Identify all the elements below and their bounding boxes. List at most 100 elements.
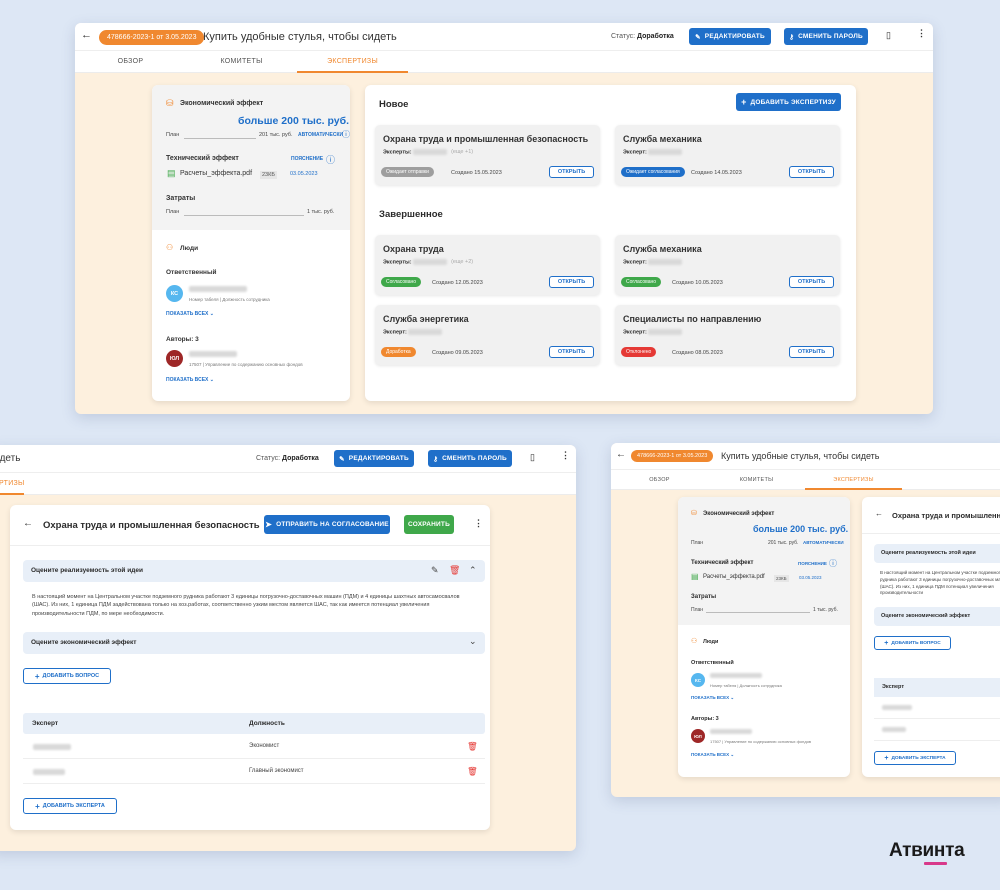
- question-title: Оцените реализуемость этой идеи: [881, 550, 976, 556]
- expertise-card: Охрана труда и промышленная безопасность…: [375, 125, 600, 185]
- expertise-detail-panel: ← Охрана труда и промышленная безопаснос…: [10, 505, 490, 830]
- change-password-button[interactable]: ⚷ СМЕНИТЬ ПАРОЛЬ: [784, 28, 868, 45]
- trash-icon[interactable]: 🗑: [467, 741, 478, 752]
- show-all-authors[interactable]: ПОКАЗАТЬ ВСЕХ ⌄: [166, 377, 214, 383]
- open-button[interactable]: ОТКРЫТЬ: [789, 166, 834, 178]
- chevron-down-icon: ⌄: [730, 695, 735, 700]
- window-main: ← 478666-2023-1 от 3.05.2023 Купить удоб…: [75, 23, 933, 414]
- col-expert: Эксперт: [882, 684, 905, 690]
- created-date: Создано 15.05.2023: [451, 170, 502, 176]
- show-all-responsible[interactable]: ПОКАЗАТЬ ВСЕХ ⌄: [166, 311, 214, 317]
- coins-icon: ⛁: [691, 510, 697, 517]
- back-arrow-icon[interactable]: ←: [81, 30, 92, 41]
- file-size: 23КБ: [260, 171, 277, 179]
- expertise-card: Служба механика Эксперт: Согласовано Созда…: [615, 235, 840, 295]
- show-all-responsible[interactable]: ПОКАЗАТЬ ВСЕХ ⌄: [691, 695, 734, 701]
- effect-panel: ⛁ Экономический эффект больше 200 тыс. р…: [678, 497, 850, 777]
- question-accordion-1[interactable]: Оцените реализуемость этой идеи ✎ 🗑 ⌃: [23, 560, 485, 582]
- new-section-title: Новое: [379, 99, 409, 110]
- more-menu-icon[interactable]: ⋮: [917, 29, 926, 38]
- card-title: Служба механика: [623, 244, 702, 254]
- explain-link[interactable]: ПОЯСНЕНИЕ: [291, 156, 323, 162]
- trash-icon[interactable]: 🗑: [467, 766, 478, 777]
- effect-title: Экономический эффект: [180, 100, 264, 107]
- explain-link[interactable]: ПОЯСНЕНИЕ: [798, 561, 827, 566]
- tab-expertise[interactable]: ЕРТИЗЫ: [0, 473, 24, 495]
- status-badge: Согласовано: [621, 277, 662, 287]
- question-accordion-2[interactable]: Оцените экономический эффект ⌄: [23, 632, 485, 654]
- costs-plan-label: План: [166, 209, 180, 215]
- question-title: Оцените реализуемость этой идеи: [31, 567, 143, 574]
- edit-button[interactable]: ✎ РЕДАКТИРОВАТЬ: [689, 28, 771, 45]
- back-arrow-icon[interactable]: ←: [616, 450, 626, 460]
- change-password-button[interactable]: ⚷ СМЕНИТЬ ПАРОЛЬ: [428, 450, 512, 467]
- question-title: Оцените экономический эффект: [31, 639, 137, 646]
- created-date: Создано 14.05.2023: [691, 170, 742, 176]
- tab-committees[interactable]: КОМИТЕТЫ: [186, 51, 297, 72]
- card-experts: Эксперты: (еще +2): [383, 259, 474, 266]
- authors-title: Авторы: 3: [691, 716, 719, 722]
- more-menu-icon[interactable]: ⋮: [561, 451, 570, 460]
- info-icon[interactable]: ⓘ: [829, 558, 837, 569]
- document-icon[interactable]: ▯: [530, 453, 535, 462]
- send-approval-button[interactable]: ➤ ОТПРАВИТЬ НА СОГЛАСОВАНИЕ: [264, 515, 390, 534]
- back-arrow-icon[interactable]: ←: [875, 510, 883, 518]
- trash-icon[interactable]: 🗑: [449, 565, 460, 576]
- save-button[interactable]: СОХРАНИТЬ: [404, 515, 454, 534]
- show-all-authors[interactable]: ПОКАЗАТЬ ВСЕХ ⌄: [691, 752, 734, 758]
- window-third: ← 478666-2023-1 от 3.05.2023 Купить удоб…: [611, 443, 1000, 797]
- costs-plan-label: План: [691, 607, 704, 613]
- add-expert-button[interactable]: + ДОБАВИТЬ ЭКСПЕРТА: [23, 798, 117, 814]
- tab-overview[interactable]: ОБЗОР: [75, 51, 186, 72]
- responsible-title: Ответственный: [166, 269, 217, 276]
- edit-button[interactable]: ✎ РЕДАКТИРОВАТЬ: [334, 450, 414, 467]
- tab-committees[interactable]: КОМИТЕТЫ: [708, 470, 805, 489]
- auto-link[interactable]: АВТОМАТИЧЕСКИ: [803, 540, 844, 545]
- expertise-card: Специалисты по направлению Эксперт: Откло…: [615, 305, 840, 365]
- tab-overview[interactable]: ОБЗОР: [611, 470, 708, 489]
- file-name[interactable]: Расчеты_эффекта.pdf: [180, 170, 252, 177]
- status-text: Статус: Доработка: [256, 455, 319, 462]
- open-button[interactable]: ОТКРЫТЬ: [549, 346, 594, 358]
- costs-title: Затраты: [166, 195, 196, 202]
- expertise-panel: Новое + ДОБАВИТЬ ЭКСПЕРТИЗУ Завершенное О…: [365, 85, 856, 401]
- info-icon[interactable]: ⓘ: [342, 129, 350, 140]
- add-question-button[interactable]: + ДОБАВИТЬ ВОПРОС: [874, 636, 951, 650]
- card-title: Охрана труда и промышленная безопасность: [383, 134, 589, 144]
- open-button[interactable]: ОТКРЫТЬ: [789, 346, 834, 358]
- card-experts: Эксперты: (еще +1): [383, 149, 474, 156]
- file-name[interactable]: Расчеты_эффекта.pdf: [703, 574, 765, 580]
- plan-label: План: [691, 540, 704, 546]
- info-icon[interactable]: ⓘ: [326, 153, 335, 166]
- back-arrow-icon[interactable]: ←: [23, 519, 33, 529]
- open-button[interactable]: ОТКРЫТЬ: [789, 276, 834, 288]
- tab-bar: ЕРТИЗЫ: [0, 473, 576, 495]
- pencil-icon[interactable]: ✎: [431, 565, 439, 576]
- pencil-icon: ✎: [339, 455, 345, 463]
- author-meta: 17507 | Управление по содержанию основны…: [189, 362, 303, 367]
- more-menu-icon[interactable]: ⋮: [474, 519, 483, 528]
- tab-expertise[interactable]: ЭКСПЕРТИЗЫ: [805, 470, 902, 490]
- tab-bar: ОБЗОР КОМИТЕТЫ ЭКСПЕРТИЗЫ: [611, 470, 1000, 490]
- coins-icon: ⛁: [166, 98, 174, 108]
- add-expert-button[interactable]: + ДОБАВИТЬ ЭКСПЕРТА: [874, 751, 956, 765]
- pdf-file-icon: ▤: [167, 168, 176, 178]
- question-accordion-1[interactable]: Оцените реализуемость этой идеи: [874, 544, 1000, 563]
- effect-panel: ⛁ Экономический эффект больше 200 тыс. р…: [152, 85, 350, 401]
- document-icon[interactable]: ▯: [886, 31, 891, 40]
- auto-link[interactable]: АВТОМАТИЧЕСКИ: [298, 132, 343, 138]
- tab-expertise[interactable]: ЭКСПЕРТИЗЫ: [297, 51, 408, 73]
- open-button[interactable]: ОТКРЫТЬ: [549, 276, 594, 288]
- open-button[interactable]: ОТКРЫТЬ: [549, 166, 594, 178]
- col-expert: Эксперт: [32, 720, 59, 727]
- question-answer: В настоящий момент на Центральном участк…: [32, 594, 460, 617]
- add-expertise-button[interactable]: + ДОБАВИТЬ ЭКСПЕРТИЗУ: [736, 93, 841, 111]
- avatar: ЮЛ: [166, 350, 183, 367]
- question-accordion-2[interactable]: Оцените экономический эффект: [874, 607, 1000, 626]
- chevron-down-icon[interactable]: ⌄: [469, 636, 477, 647]
- responsible-meta: Номер табеля | Должность сотрудника: [189, 297, 270, 302]
- status-text: Статус: Доработка: [611, 33, 674, 40]
- chevron-up-icon[interactable]: ⌃: [469, 565, 477, 576]
- plus-icon: +: [34, 671, 40, 681]
- add-question-button[interactable]: + ДОБАВИТЬ ВОПРОС: [23, 668, 111, 684]
